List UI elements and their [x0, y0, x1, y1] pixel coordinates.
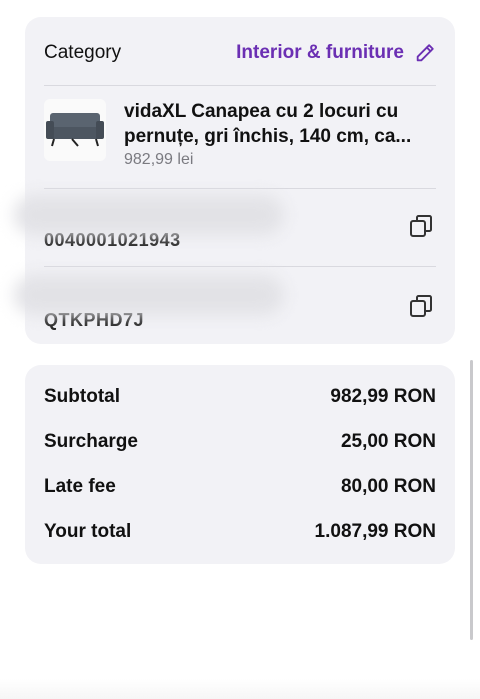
category-value: Interior & furniture — [236, 42, 404, 63]
category-row: Category Interior & furniture — [44, 39, 436, 67]
product-price: 982,99 lei — [124, 151, 194, 168]
edit-pencil-icon[interactable] — [414, 42, 436, 64]
surcharge-row: Surcharge 25,00 RON — [44, 428, 436, 456]
total-label: Your total — [44, 521, 132, 542]
subtotal-row: Subtotal 982,99 RON — [44, 383, 436, 411]
scrollbar[interactable] — [470, 360, 473, 640]
product-title-line2: pernuțe, gri închis, 140 cm, ca... — [124, 126, 412, 147]
redaction-blur — [14, 275, 284, 315]
product-title-line1: vidaXL Canapea cu 2 locuri cu — [124, 101, 399, 122]
category-value-button[interactable]: Interior & furniture — [236, 42, 436, 64]
late-fee-row: Late fee 80,00 RON — [44, 473, 436, 501]
divider — [44, 85, 436, 86]
copy-icon[interactable] — [408, 213, 434, 239]
divider — [44, 188, 436, 189]
total-row: Your total 1.087,99 RON — [44, 518, 436, 546]
order-details-card: Category Interior & furniture vidaXL Can… — [14, 17, 455, 344]
subtotal-value: 982,99 RON — [330, 386, 436, 407]
order-code-row: 0040001021943 — [14, 195, 436, 250]
total-value: 1.087,99 RON — [314, 521, 436, 542]
tracking-code-row: QTKPHD7J — [14, 275, 436, 330]
bottom-edge — [0, 679, 480, 699]
subtotal-label: Subtotal — [44, 386, 120, 407]
late-fee-label: Late fee — [44, 476, 116, 497]
copy-icon[interactable] — [408, 293, 434, 319]
product-item[interactable]: vidaXL Canapea cu 2 locuri cu pernuțe, g… — [44, 99, 436, 179]
redaction-blur — [14, 195, 284, 235]
category-label: Category — [44, 42, 122, 63]
price-summary-card: Subtotal 982,99 RON Surcharge 25,00 RON … — [25, 365, 455, 564]
sofa-image — [46, 113, 104, 147]
product-thumbnail — [44, 99, 106, 161]
surcharge-label: Surcharge — [44, 431, 138, 452]
surcharge-value: 25,00 RON — [340, 431, 436, 452]
divider — [44, 266, 436, 267]
late-fee-value: 80,00 RON — [340, 476, 436, 497]
